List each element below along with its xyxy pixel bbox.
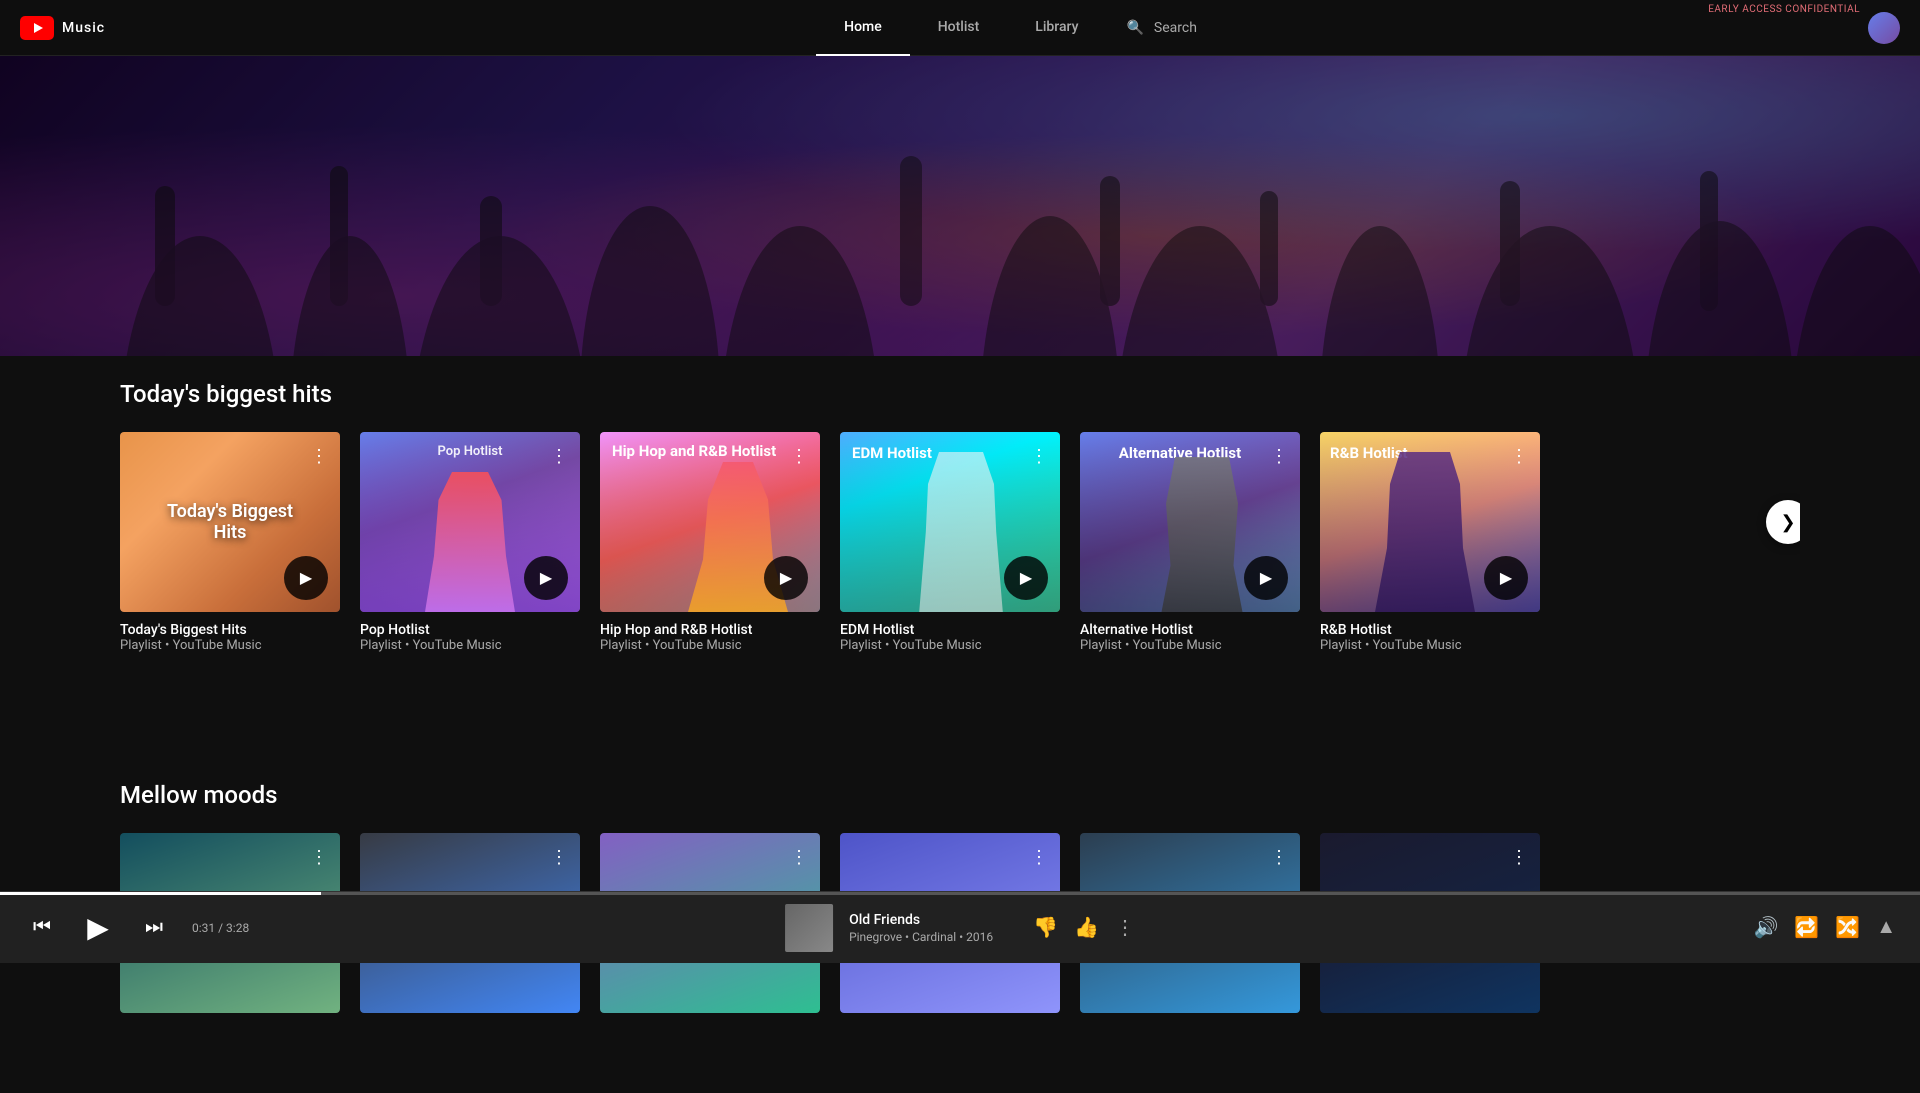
card-subtitle-6: Playlist • YouTube Music (1320, 638, 1540, 653)
card-thumb-2: Pop Hotlist ⋮ ▶ (360, 432, 580, 612)
card-title-6: R&B Hotlist (1320, 622, 1540, 638)
card-more-btn-m6[interactable]: ⋮ (1506, 843, 1532, 872)
card-more-btn-m2[interactable]: ⋮ (546, 843, 572, 872)
player-more-button[interactable]: ⋮ (1115, 915, 1135, 940)
card-subtitle-5: Playlist • YouTube Music (1080, 638, 1300, 653)
repeat-button[interactable]: 🔁 (1794, 915, 1819, 940)
volume-button[interactable]: 🔊 (1753, 915, 1778, 940)
skip-forward-button[interactable]: ⏭ (136, 910, 172, 946)
nav-search[interactable]: 🔍 Search (1106, 20, 1216, 36)
card-subtitle-3: Playlist • YouTube Music (600, 638, 820, 653)
player-thumbnail (785, 904, 833, 952)
player-bar: ⏮ ▶ ⏭ 0:31 / 3:28 Old Friends Pinegrove … (0, 891, 1920, 963)
card-title-5: Alternative Hotlist (1080, 622, 1300, 638)
player-track-title: Old Friends (849, 912, 993, 928)
card-edm[interactable]: EDM Hotlist ⋮ ▶ EDM Hotlist Playlist • Y… (840, 432, 1060, 653)
card-title-3: Hip Hop and R&B Hotlist (600, 622, 820, 638)
card-hiphop-rnb[interactable]: Hip Hop and R&B Hotlist ⋮ ▶ Hip Hop and … (600, 432, 820, 653)
card-subtitle-4: Playlist • YouTube Music (840, 638, 1060, 653)
hero-silhouettes (0, 136, 1920, 356)
card-more-btn-m5[interactable]: ⋮ (1266, 843, 1292, 872)
card-overlay-label-2: Pop Hotlist (438, 444, 503, 459)
player-info: Old Friends Pinegrove • Cardinal • 2016 (849, 912, 993, 944)
card-play-btn-1[interactable]: ▶ (284, 556, 328, 600)
card-biggest-hits[interactable]: Today's BiggestHits ⋮ ▶ Today's Biggest … (120, 432, 340, 653)
card-title-1: Today's Biggest Hits (120, 622, 340, 638)
card-play-btn-6[interactable]: ▶ (1484, 556, 1528, 600)
card-play-btn-3[interactable]: ▶ (764, 556, 808, 600)
nav-home[interactable]: Home (816, 0, 910, 56)
main-content: Today's biggest hits Today's BiggestHits… (0, 356, 1920, 1093)
navbar: Music Home Hotlist Library 🔍 Search EARL… (0, 0, 1920, 56)
play-pause-button[interactable]: ▶ (80, 910, 116, 946)
card-play-btn-2[interactable]: ▶ (524, 556, 568, 600)
skip-back-button[interactable]: ⏮ (24, 910, 60, 946)
card-alternative[interactable]: Alternative Hotlist ⋮ ▶ Alternative Hotl… (1080, 432, 1300, 653)
card-more-btn-3[interactable]: ⋮ (786, 442, 812, 471)
youtube-logo-icon (20, 16, 54, 40)
hero-banner (0, 56, 1920, 356)
card-pop-hotlist[interactable]: Pop Hotlist ⋮ ▶ Pop Hotlist Playlist • Y… (360, 432, 580, 653)
card-more-btn-5[interactable]: ⋮ (1266, 442, 1292, 471)
app-name: Music (62, 20, 105, 36)
section-title-biggest-hits: Today's biggest hits (120, 380, 1800, 408)
player-track-meta: Pinegrove • Cardinal • 2016 (849, 930, 993, 944)
search-icon: 🔍 (1126, 20, 1143, 36)
card-label-1: Today's BiggestHits (131, 501, 329, 543)
spacer (120, 701, 1800, 781)
carousel-next-btn[interactable]: ❯ (1766, 500, 1800, 544)
card-subtitle-2: Playlist • YouTube Music (360, 638, 580, 653)
card-more-btn-6[interactable]: ⋮ (1506, 442, 1532, 471)
card-more-btn-1[interactable]: ⋮ (306, 442, 332, 471)
navbar-right: EARLY ACCESS CONFIDENTIAL (1868, 12, 1900, 44)
section-title-mellow: Mellow moods (120, 781, 1800, 809)
card-more-btn-m4[interactable]: ⋮ (1026, 843, 1052, 872)
thumbs-down-button[interactable]: 👎 (1033, 915, 1058, 940)
player-controls: ⏮ ▶ ⏭ 0:31 / 3:28 (24, 910, 249, 946)
card-title-2: Pop Hotlist (360, 622, 580, 638)
card-subtitle-1: Playlist • YouTube Music (120, 638, 340, 653)
shuffle-button[interactable]: 🔀 (1835, 915, 1860, 940)
card-more-btn-m1[interactable]: ⋮ (306, 843, 332, 872)
main-nav: Home Hotlist Library 🔍 Search (165, 0, 1868, 56)
player-track-info: Old Friends Pinegrove • Cardinal • 2016 … (785, 904, 1135, 952)
card-thumb-6: R&B Hotlist ⋮ ▶ (1320, 432, 1540, 612)
app-logo[interactable]: Music (20, 16, 105, 40)
card-title-4: EDM Hotlist (840, 622, 1060, 638)
card-overlay-label-3: Hip Hop and R&B Hotlist (612, 442, 790, 462)
player-progress-track[interactable] (0, 892, 1920, 895)
card-thumb-3: Hip Hop and R&B Hotlist ⋮ ▶ (600, 432, 820, 612)
card-more-btn-4[interactable]: ⋮ (1026, 442, 1052, 471)
card-play-btn-5[interactable]: ▶ (1244, 556, 1288, 600)
user-avatar[interactable] (1868, 12, 1900, 44)
search-label: Search (1154, 20, 1197, 36)
cards-row-biggest-hits: Today's BiggestHits ⋮ ▶ Today's Biggest … (120, 432, 1800, 653)
card-more-btn-2[interactable]: ⋮ (546, 442, 572, 471)
card-more-btn-m3[interactable]: ⋮ (786, 843, 812, 872)
early-access-label: EARLY ACCESS CONFIDENTIAL (1708, 4, 1860, 15)
player-progress-fill (0, 892, 321, 895)
player-rating-actions: 👎 👍 ⋮ (1033, 915, 1135, 940)
thumbs-up-button[interactable]: 👍 (1074, 915, 1099, 940)
player-right-controls: 🔊 🔁 🔀 ▲ (1753, 915, 1896, 940)
card-thumb-1: Today's BiggestHits ⋮ ▶ (120, 432, 340, 612)
section-biggest-hits: Today's biggest hits Today's BiggestHits… (120, 380, 1800, 653)
card-rnb[interactable]: R&B Hotlist ⋮ ▶ R&B Hotlist Playlist • Y… (1320, 432, 1540, 653)
expand-button[interactable]: ▲ (1876, 916, 1896, 939)
card-thumb-4: EDM Hotlist ⋮ ▶ (840, 432, 1060, 612)
nav-library[interactable]: Library (1007, 0, 1106, 56)
player-time: 0:31 / 3:28 (192, 921, 249, 935)
nav-hotlist[interactable]: Hotlist (910, 0, 1008, 56)
card-thumb-5: Alternative Hotlist ⋮ ▶ (1080, 432, 1300, 612)
card-play-btn-4[interactable]: ▶ (1004, 556, 1048, 600)
